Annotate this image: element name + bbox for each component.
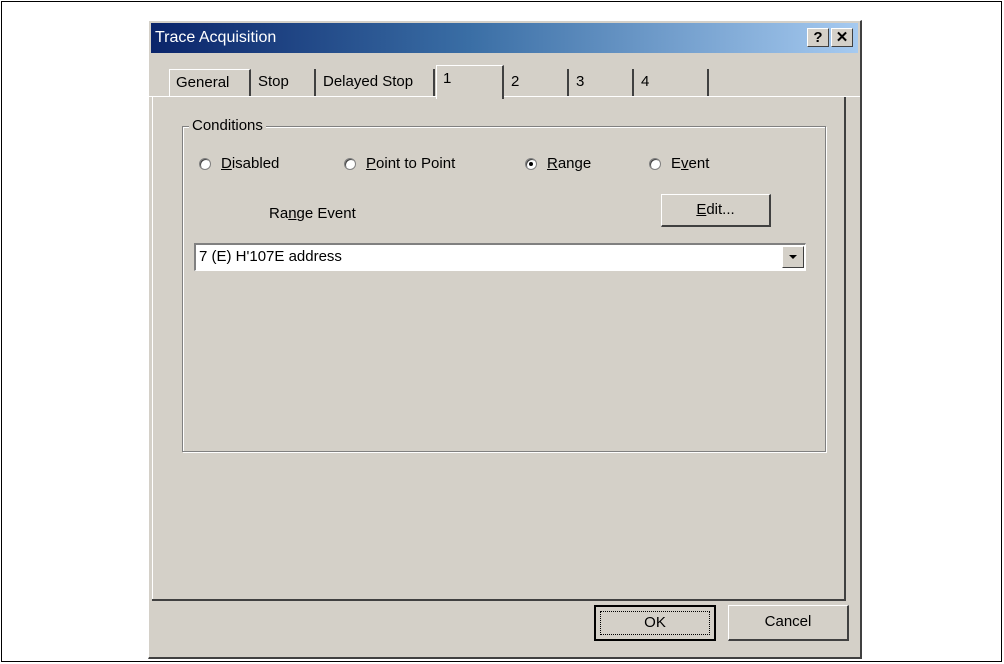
edit-button[interactable]: Edit... xyxy=(661,194,771,227)
ok-button[interactable]: OK xyxy=(594,605,716,641)
radio-point-to-point-label: Point to Point xyxy=(366,155,456,172)
range-event-value: 7 (E) H'107E address xyxy=(199,248,342,265)
radio-disabled-circle[interactable] xyxy=(199,157,211,170)
title-bar: Trace Acquisition ? ✕ xyxy=(151,23,858,53)
tab-panel-bottom-edge xyxy=(152,599,846,601)
dropdown-arrow-icon[interactable] xyxy=(782,246,804,268)
window-title: Trace Acquisition xyxy=(155,29,277,46)
tab-general[interactable]: General xyxy=(169,69,251,97)
radio-range-label: Range xyxy=(547,155,592,172)
radio-point-to-point-circle[interactable] xyxy=(344,157,356,170)
tab-strip: General Stop Delayed Stop 1 2 3 4 xyxy=(149,65,860,99)
close-button[interactable]: ✕ xyxy=(831,28,853,47)
radio-range-circle[interactable] xyxy=(525,157,537,170)
radio-disabled[interactable]: Disabled xyxy=(199,155,279,172)
range-event-label: Range Event xyxy=(269,205,356,222)
radio-range[interactable]: Range xyxy=(525,155,591,172)
help-button[interactable]: ? xyxy=(807,28,829,47)
radio-disabled-label: Disabled xyxy=(221,155,280,172)
trace-acquisition-dialog: Trace Acquisition ? ✕ General Stop Delay… xyxy=(148,20,862,659)
tab-2[interactable]: 2 xyxy=(505,69,569,97)
radio-event-circle[interactable] xyxy=(649,157,661,170)
radio-event[interactable]: Event xyxy=(649,155,709,172)
tab-panel-top-edge xyxy=(149,96,860,97)
range-event-dropdown[interactable]: 7 (E) H'107E address xyxy=(194,243,806,271)
tab-1[interactable]: 1 xyxy=(436,65,504,99)
radio-event-label: Event xyxy=(671,155,710,172)
conditions-legend: Conditions xyxy=(189,117,266,134)
conditions-groupbox xyxy=(182,126,826,452)
cancel-button[interactable]: Cancel xyxy=(728,605,849,641)
tab-4[interactable]: 4 xyxy=(635,69,709,97)
radio-point-to-point[interactable]: Point to Point xyxy=(344,155,455,172)
tab-panel-left-edge xyxy=(152,96,153,599)
tab-panel-right-edge xyxy=(844,96,846,601)
tab-3[interactable]: 3 xyxy=(570,69,634,97)
tab-delayed-stop[interactable]: Delayed Stop xyxy=(317,69,435,97)
tab-stop[interactable]: Stop xyxy=(252,69,316,97)
